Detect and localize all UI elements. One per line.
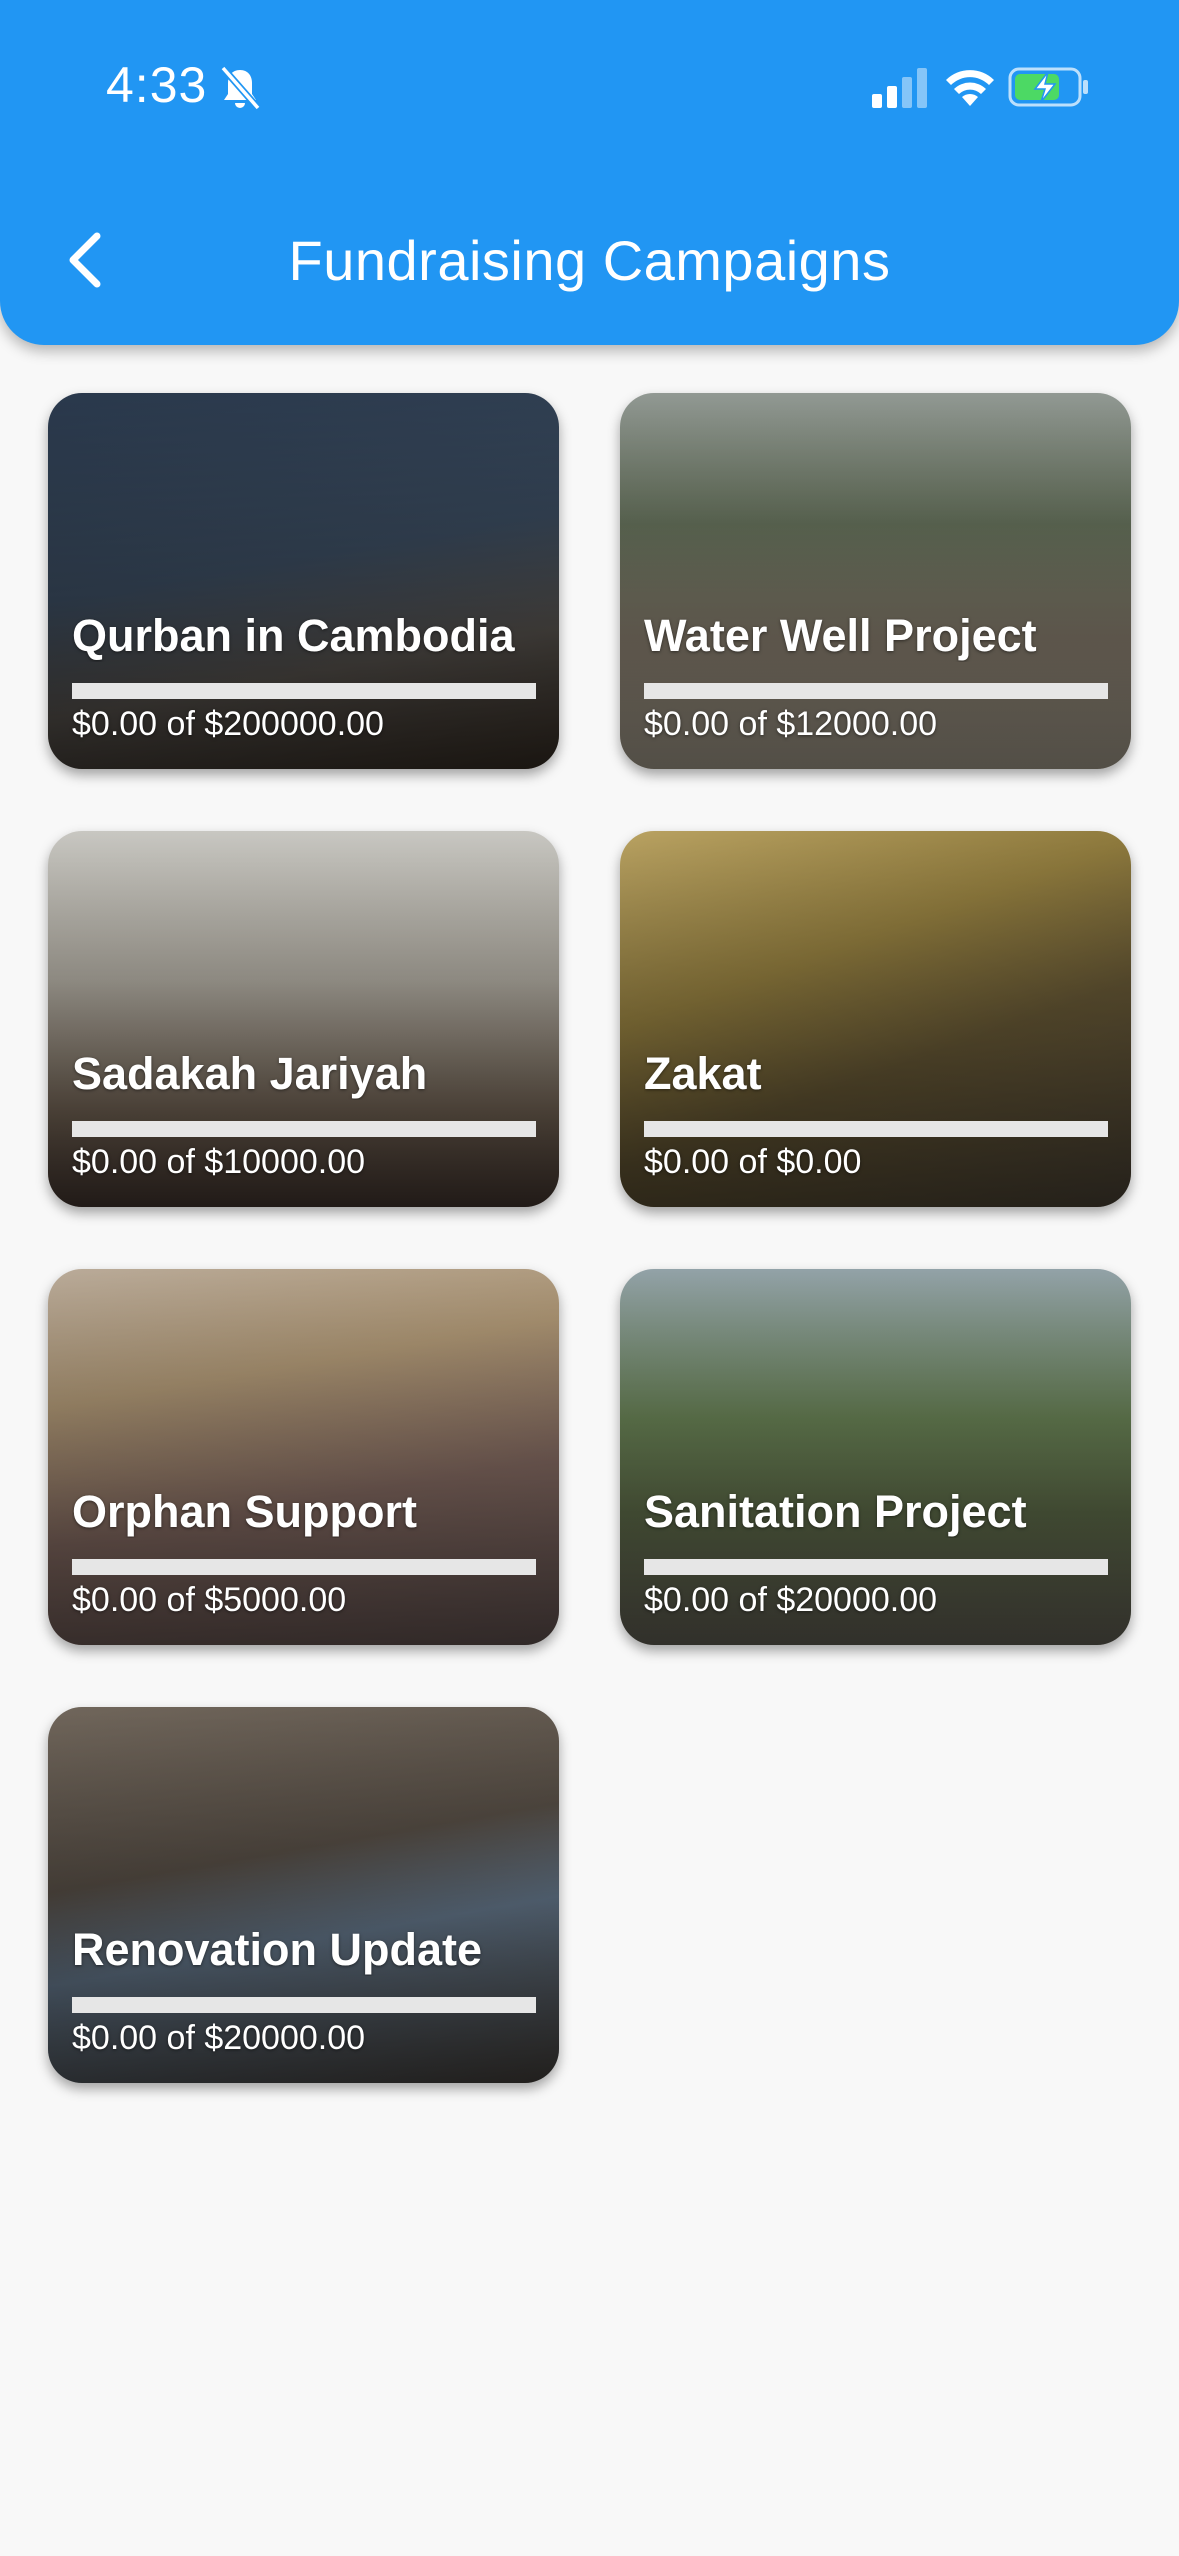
- campaign-amount: $0.00 of $5000.00: [72, 1581, 347, 1619]
- campaign-amount: $0.00 of $200000.00: [72, 705, 384, 743]
- wifi-icon: [946, 70, 994, 106]
- battery-charging-icon: [1008, 67, 1088, 107]
- campaign-card-qurban[interactable]: Qurban in Cambodia $0.00 of $200000.00: [48, 393, 559, 769]
- app-bar: 4:33 Fundraising Campaigns: [0, 0, 1179, 345]
- progress-bar: [644, 1559, 1108, 1575]
- campaign-card-sanitation[interactable]: Sanitation Project $0.00 of $20000.00: [620, 1269, 1131, 1645]
- progress-bar: [72, 1997, 536, 2013]
- campaign-card-zakat[interactable]: Zakat $0.00 of $0.00: [620, 831, 1131, 1207]
- page-title: Fundraising Campaigns: [288, 229, 891, 292]
- campaign-amount: $0.00 of $10000.00: [72, 1143, 366, 1181]
- progress-bar: [72, 1559, 536, 1575]
- bell-slash-icon: [220, 65, 261, 111]
- campaign-title: Zakat: [644, 1048, 762, 1099]
- progress-bar: [72, 1121, 536, 1137]
- status-time: 4:33: [106, 57, 208, 113]
- campaign-amount: $0.00 of $0.00: [644, 1143, 862, 1181]
- campaign-card-sadakah-jariyah[interactable]: Sadakah Jariyah $0.00 of $10000.00: [48, 831, 559, 1207]
- signal-icon: [872, 68, 927, 108]
- progress-bar: [644, 683, 1108, 699]
- campaign-amount: $0.00 of $20000.00: [644, 1581, 938, 1619]
- campaign-amount: $0.00 of $20000.00: [72, 2019, 366, 2057]
- campaign-card-renovation[interactable]: Renovation Update $0.00 of $20000.00: [48, 1707, 559, 2083]
- campaign-title: Water Well Project: [644, 610, 1037, 661]
- campaign-title: Renovation Update: [72, 1924, 483, 1975]
- progress-bar: [72, 683, 536, 699]
- campaign-title: Sadakah Jariyah: [72, 1048, 428, 1099]
- campaign-card-orphan-support[interactable]: Orphan Support $0.00 of $5000.00: [48, 1269, 559, 1645]
- campaign-title: Qurban in Cambodia: [72, 610, 515, 661]
- campaign-card-water-well[interactable]: Water Well Project $0.00 of $12000.00: [620, 393, 1131, 769]
- campaign-amount: $0.00 of $12000.00: [644, 705, 938, 743]
- campaign-title: Sanitation Project: [644, 1486, 1027, 1537]
- campaign-title: Orphan Support: [72, 1486, 417, 1537]
- progress-bar: [644, 1121, 1108, 1137]
